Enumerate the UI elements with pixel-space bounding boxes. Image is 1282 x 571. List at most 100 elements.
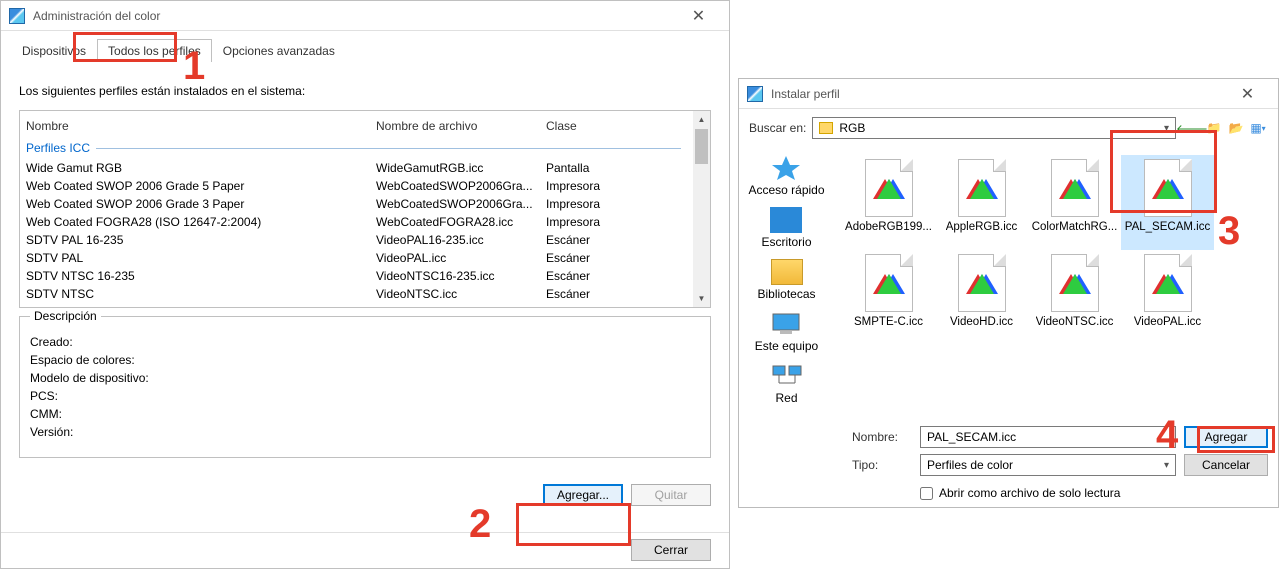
titlebar: Instalar perfil ✕ — [739, 79, 1278, 109]
place-network[interactable]: Red — [771, 363, 803, 405]
views-icon[interactable]: ▦▾ — [1248, 118, 1268, 138]
filetype-select[interactable]: Perfiles de color — [920, 454, 1176, 476]
close-dialog-button[interactable]: Cerrar — [631, 539, 711, 561]
description-legend: Descripción — [30, 309, 101, 323]
install-profile-dialog: Instalar perfil ✕ Buscar en: RGB 🡐 📁 📂 ▦… — [738, 78, 1279, 508]
app-icon — [747, 86, 763, 102]
col-file[interactable]: Nombre de archivo — [376, 119, 546, 133]
col-name[interactable]: Nombre — [26, 119, 376, 133]
file-item[interactable]: PAL_SECAM.icc — [1121, 155, 1214, 250]
file-item[interactable]: ColorMatchRG... — [1028, 155, 1121, 250]
cell-file: WebCoatedFOGRA28.icc — [376, 215, 546, 229]
cell-class: Impresora — [546, 197, 666, 211]
file-list[interactable]: AdobeRGB199... AppleRGB.icc ColorMatchRG..… — [834, 147, 1278, 419]
tab-devices[interactable]: Dispositivos — [11, 39, 97, 62]
close-button[interactable]: ✕ — [676, 1, 721, 31]
filetype-label: Tipo: — [852, 458, 912, 472]
desc-version: Versión: — [30, 425, 700, 439]
window-title: Instalar perfil — [771, 87, 1225, 101]
table-row[interactable]: SDTV PAL 16-235VideoPAL16-235.iccEscáner — [26, 231, 687, 249]
icc-file-icon — [865, 254, 913, 312]
new-folder-icon[interactable]: 📂 — [1226, 118, 1246, 138]
up-folder-icon[interactable]: 📁 — [1204, 118, 1224, 138]
place-label: Este equipo — [755, 339, 818, 353]
place-label: Acceso rápido — [748, 183, 824, 197]
desc-devicemodel: Modelo de dispositivo: — [30, 371, 700, 385]
cell-class: Escáner — [546, 233, 666, 247]
place-libraries[interactable]: Bibliotecas — [757, 259, 815, 301]
cancel-button[interactable]: Cancelar — [1184, 454, 1268, 476]
desc-created: Creado: — [30, 335, 700, 349]
cell-file: WideGamutRGB.icc — [376, 161, 546, 175]
cell-class: Pantalla — [546, 161, 666, 175]
place-quick-access[interactable]: Acceso rápido — [748, 155, 824, 197]
cell-file: WebCoatedSWOP2006Gra... — [376, 197, 546, 211]
desc-cmm: CMM: — [30, 407, 700, 421]
titlebar: Administración del color ✕ — [1, 1, 729, 31]
table-row[interactable]: Wide Gamut RGBWideGamutRGB.iccPantalla — [26, 159, 687, 177]
cell-name: Web Coated FOGRA28 (ISO 12647-2:2004) — [26, 215, 376, 229]
file-item[interactable]: AdobeRGB199... — [842, 155, 935, 250]
cell-class: Escáner — [546, 287, 666, 301]
table-row[interactable]: SDTV NTSCVideoNTSC.iccEscáner — [26, 285, 687, 303]
desc-colorspace: Espacio de colores: — [30, 353, 700, 367]
icc-file-icon — [1144, 159, 1192, 217]
intro-text: Los siguientes perfiles están instalados… — [19, 84, 711, 98]
cell-file: VideoNTSC16-235.icc — [376, 269, 546, 283]
cell-file: VideoPAL16-235.icc — [376, 233, 546, 247]
icc-file-icon — [1144, 254, 1192, 312]
window-title: Administración del color — [33, 9, 676, 23]
file-item[interactable]: SMPTE-C.icc — [842, 250, 935, 345]
table-row[interactable]: SDTV NTSC 16-235VideoNTSC16-235.iccEscán… — [26, 267, 687, 285]
scroll-up-icon[interactable]: ▲ — [694, 111, 709, 128]
lookin-toolbar: Buscar en: RGB 🡐 📁 📂 ▦▾ — [739, 109, 1278, 147]
file-label: VideoNTSC.icc — [1036, 316, 1114, 328]
tab-advanced[interactable]: Opciones avanzadas — [212, 39, 346, 62]
add-button[interactable]: Agregar... — [543, 484, 623, 506]
scroll-down-icon[interactable]: ▼ — [694, 290, 709, 307]
scroll-thumb[interactable] — [695, 129, 708, 164]
icc-file-icon — [865, 159, 913, 217]
cell-class: Impresora — [546, 179, 666, 193]
filename-input[interactable] — [920, 426, 1176, 448]
table-row[interactable]: Web Coated SWOP 2006 Grade 5 PaperWebCoa… — [26, 177, 687, 195]
icc-file-icon — [958, 159, 1006, 217]
place-label: Bibliotecas — [757, 287, 815, 301]
file-item[interactable]: VideoPAL.icc — [1121, 250, 1214, 345]
tab-bar: Dispositivos Todos los perfiles Opciones… — [1, 31, 729, 62]
lookin-select[interactable]: RGB — [812, 117, 1176, 139]
section-icc: Perfiles ICC — [26, 137, 687, 159]
remove-button[interactable]: Quitar — [631, 484, 711, 506]
description-group: Descripción Creado: Espacio de colores: … — [19, 316, 711, 458]
file-item[interactable]: AppleRGB.icc — [935, 155, 1028, 250]
folder-icon — [819, 122, 833, 134]
file-label: SMPTE-C.icc — [854, 316, 923, 328]
cell-class: Escáner — [546, 269, 666, 283]
table-row[interactable]: SDTV PALVideoPAL.iccEscáner — [26, 249, 687, 267]
file-label: AdobeRGB199... — [845, 221, 932, 233]
cell-name: SDTV NTSC — [26, 287, 376, 301]
place-label: Red — [775, 391, 797, 405]
close-button[interactable]: ✕ — [1225, 79, 1270, 109]
readonly-checkbox[interactable] — [920, 487, 933, 500]
table-row[interactable]: Web Coated SWOP 2006 Grade 3 PaperWebCoa… — [26, 195, 687, 213]
open-button[interactable]: Agregar — [1184, 426, 1268, 448]
back-icon[interactable]: 🡐 — [1182, 118, 1202, 138]
color-management-window: Administración del color ✕ Dispositivos … — [0, 0, 730, 569]
file-item[interactable]: VideoHD.icc — [935, 250, 1028, 345]
desc-pcs: PCS: — [30, 389, 700, 403]
file-label: VideoHD.icc — [950, 316, 1013, 328]
col-class[interactable]: Clase — [546, 119, 666, 133]
cell-file: VideoPAL.icc — [376, 251, 546, 265]
app-icon — [9, 8, 25, 24]
file-label: AppleRGB.icc — [946, 221, 1018, 233]
tab-all-profiles[interactable]: Todos los perfiles — [97, 39, 212, 62]
file-item[interactable]: VideoNTSC.icc — [1028, 250, 1121, 345]
profiles-table: Nombre Nombre de archivo Clase Perfiles … — [19, 110, 711, 308]
cell-file: WebCoatedSWOP2006Gra... — [376, 179, 546, 193]
place-this-pc[interactable]: Este equipo — [755, 311, 818, 353]
table-row[interactable]: Web Coated FOGRA28 (ISO 12647-2:2004)Web… — [26, 213, 687, 231]
table-scrollbar[interactable]: ▲ ▼ — [693, 111, 710, 307]
cell-name: SDTV PAL — [26, 251, 376, 265]
place-desktop[interactable]: Escritorio — [761, 207, 811, 249]
